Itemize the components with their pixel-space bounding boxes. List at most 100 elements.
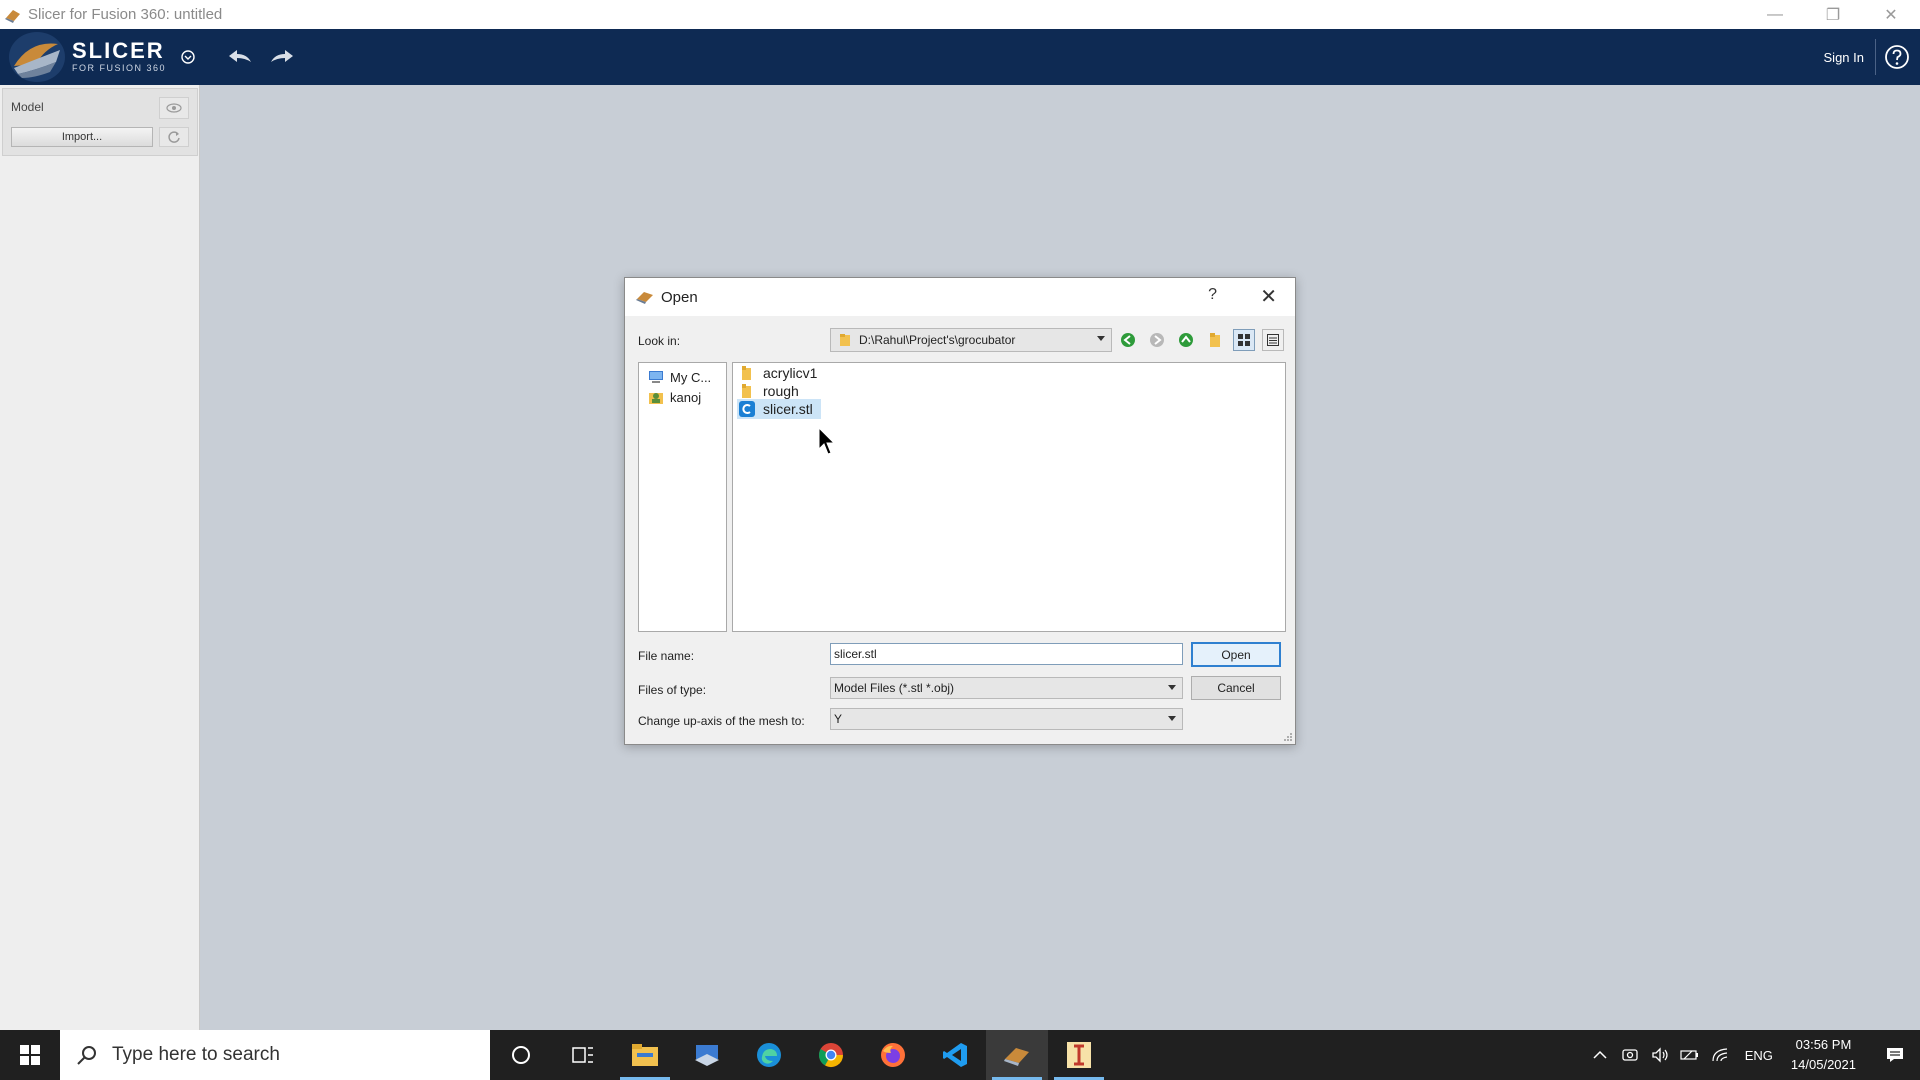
slicer-fusion-icon: [1004, 1048, 1029, 1066]
text-editor-icon: [1067, 1042, 1091, 1068]
grid-view-icon: [1238, 334, 1250, 346]
battery-button[interactable]: [1675, 1030, 1705, 1080]
redo-icon: [271, 50, 294, 62]
file-name: rough: [763, 383, 799, 399]
network-button[interactable]: [1705, 1030, 1735, 1080]
logo-title: SLICER: [72, 38, 165, 63]
file-name-input[interactable]: slicer.stl: [830, 643, 1183, 665]
speaker-icon: [1652, 1047, 1668, 1063]
input-language[interactable]: ENG: [1735, 1048, 1783, 1063]
folder-icon: [742, 384, 751, 398]
meet-now-button[interactable]: [1615, 1030, 1645, 1080]
places-sidebar: My C... kanoj: [638, 362, 727, 632]
taskbar-firefox[interactable]: [862, 1030, 924, 1080]
files-of-type-label: Files of type:: [638, 683, 707, 697]
refresh-icon: [168, 131, 180, 143]
sign-in-link[interactable]: Sign In: [1824, 29, 1864, 85]
show-hidden-icons-button[interactable]: [1585, 1030, 1615, 1080]
up-arrow-icon: [1179, 333, 1193, 347]
cortana-button[interactable]: [490, 1030, 552, 1080]
header-divider: [1875, 39, 1876, 75]
detail-view-button[interactable]: [1262, 329, 1284, 351]
taskbar-text-editor[interactable]: [1048, 1030, 1110, 1080]
open-file-dialog: Open ? ✕ Look in: D:\Rahul\Project's\gro…: [624, 277, 1296, 745]
new-folder-icon: [1210, 333, 1220, 347]
undo-button[interactable]: [226, 46, 254, 68]
file-item-slicer-stl[interactable]: slicer.stl: [737, 399, 821, 419]
window-title: Slicer for Fusion 360: untitled: [28, 6, 223, 23]
file-item-rough[interactable]: rough: [737, 381, 807, 401]
eye-icon: [166, 103, 182, 113]
task-view-button[interactable]: [552, 1030, 614, 1080]
dialog-close-button[interactable]: ✕: [1260, 284, 1277, 309]
redo-button[interactable]: [268, 46, 296, 68]
slicer-taskbar-icon: [695, 1045, 719, 1066]
slicer-logo[interactable]: SLICER FOR FUSION 360: [6, 30, 196, 84]
look-in-label: Look in:: [638, 334, 681, 348]
back-button[interactable]: [1117, 329, 1139, 351]
reload-button[interactable]: [159, 127, 189, 147]
dialog-title: Open: [661, 288, 698, 306]
up-axis-dropdown[interactable]: Y: [830, 708, 1183, 730]
taskbar-search-box[interactable]: Type here to search: [60, 1030, 490, 1080]
file-name: acrylicv1: [763, 365, 818, 381]
detail-view-icon: [1267, 334, 1279, 346]
sidebar-item-kanoj[interactable]: kanoj: [648, 389, 701, 405]
new-folder-button[interactable]: [1204, 329, 1226, 351]
visibility-toggle-button[interactable]: [159, 97, 189, 119]
taskbar-slicer-app[interactable]: [676, 1030, 738, 1080]
chevron-down-icon: [1168, 685, 1176, 690]
computer-icon: [649, 371, 663, 383]
dialog-help-button[interactable]: ?: [1208, 286, 1217, 304]
files-of-type-dropdown[interactable]: Model Files (*.stl *.obj): [830, 677, 1183, 699]
parent-directory-button[interactable]: [1175, 329, 1197, 351]
taskbar-file-explorer[interactable]: [614, 1030, 676, 1080]
file-name-label: File name:: [638, 649, 695, 663]
resize-grip-icon[interactable]: [1283, 732, 1293, 742]
app-header: SLICER FOR FUSION 360 Sign In: [0, 29, 1920, 85]
user-folder-icon: [649, 393, 663, 404]
task-view-icon: [572, 1047, 593, 1063]
taskbar-vscode[interactable]: [924, 1030, 986, 1080]
notification-icon: [1887, 1048, 1903, 1062]
restore-button[interactable]: ❐: [1804, 0, 1862, 29]
chevron-down-icon: [1168, 716, 1176, 721]
forward-button[interactable]: [1146, 329, 1168, 351]
taskbar-slicer-fusion[interactable]: [986, 1030, 1048, 1080]
look-in-dropdown[interactable]: D:\Rahul\Project's\grocubator: [830, 328, 1112, 352]
chevron-down-icon: [1097, 336, 1105, 341]
file-name: slicer.stl: [763, 401, 813, 417]
list-view-button[interactable]: [1233, 329, 1255, 351]
clock-time: 03:56 PM: [1795, 1037, 1852, 1052]
camera-icon: [1622, 1049, 1638, 1061]
slicer-logo-icon: [9, 32, 65, 82]
slicer-app-icon: [636, 292, 653, 304]
files-of-type-value: Model Files (*.stl *.obj): [834, 681, 955, 695]
cancel-button[interactable]: Cancel: [1191, 676, 1281, 700]
taskbar-chrome[interactable]: [800, 1030, 862, 1080]
sidebar-item-my-computer[interactable]: My C...: [648, 369, 711, 385]
chevron-down-icon[interactable]: [180, 49, 196, 65]
help-icon[interactable]: [1884, 44, 1910, 70]
windows-logo-icon: [20, 1045, 40, 1065]
system-clock[interactable]: 03:56 PM 14/05/2021: [1783, 1035, 1870, 1075]
start-button[interactable]: [0, 1030, 60, 1080]
import-button[interactable]: Import...: [11, 127, 153, 147]
sidebar-item-label: kanoj: [670, 389, 702, 405]
file-item-acrylicv1[interactable]: acrylicv1: [737, 363, 825, 383]
firefox-icon: [881, 1043, 905, 1067]
file-list: acrylicv1 rough slicer.stl: [732, 362, 1286, 632]
minimize-button[interactable]: —: [1746, 0, 1804, 29]
open-button[interactable]: Open: [1191, 642, 1281, 667]
close-window-button[interactable]: ✕: [1862, 0, 1920, 29]
notification-center-button[interactable]: [1870, 1030, 1920, 1080]
taskbar-edge[interactable]: [738, 1030, 800, 1080]
window-title-bar: Slicer for Fusion 360: untitled — ❐ ✕: [0, 0, 1920, 29]
file-explorer-icon: [632, 1044, 658, 1066]
vscode-icon: [943, 1043, 967, 1067]
volume-button[interactable]: [1645, 1030, 1675, 1080]
edge-icon: [757, 1043, 781, 1067]
slicer-app-icon: [5, 9, 20, 23]
model-section: Model Import...: [2, 88, 198, 156]
stl-file-icon: [739, 401, 755, 417]
